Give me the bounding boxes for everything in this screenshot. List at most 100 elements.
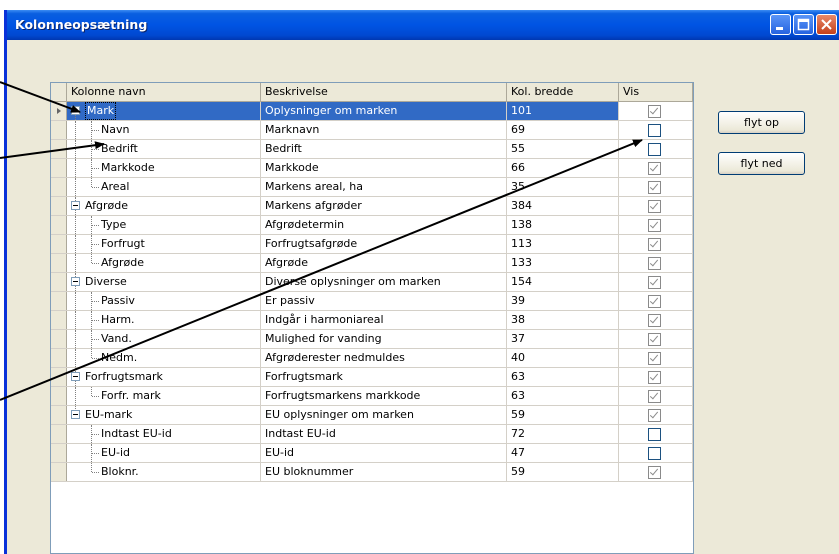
visible-checkbox[interactable] bbox=[648, 181, 661, 194]
row-selector[interactable] bbox=[51, 330, 67, 348]
cell-column-name[interactable]: Mark bbox=[67, 102, 261, 120]
cell-column-width[interactable]: 37 bbox=[507, 330, 619, 348]
table-row[interactable]: Areal Markens areal, ha 35 bbox=[51, 178, 693, 197]
cell-column-width[interactable]: 133 bbox=[507, 254, 619, 272]
cell-column-width[interactable]: 69 bbox=[507, 121, 619, 139]
cell-column-width[interactable]: 138 bbox=[507, 216, 619, 234]
row-selector[interactable] bbox=[51, 216, 67, 234]
cell-description[interactable]: Markens areal, ha bbox=[261, 178, 507, 196]
cell-description[interactable]: Markens afgrøder bbox=[261, 197, 507, 215]
visible-checkbox[interactable] bbox=[648, 352, 661, 365]
row-selector[interactable] bbox=[51, 197, 67, 215]
cell-column-name[interactable]: Nedm. bbox=[67, 349, 261, 367]
cell-column-name[interactable]: Forfr. mark bbox=[67, 387, 261, 405]
cell-column-width[interactable]: 35 bbox=[507, 178, 619, 196]
cell-column-name[interactable]: Afgrøde bbox=[67, 254, 261, 272]
row-selector[interactable] bbox=[51, 463, 67, 481]
cell-column-width[interactable]: 40 bbox=[507, 349, 619, 367]
cell-description[interactable]: Afgrøderester nedmuldes bbox=[261, 349, 507, 367]
cell-description[interactable]: Forfrugtsmarkens markkode bbox=[261, 387, 507, 405]
cell-description[interactable]: Afgrødetermin bbox=[261, 216, 507, 234]
cell-description[interactable]: EU-id bbox=[261, 444, 507, 462]
table-row[interactable]: Vand. Mulighed for vanding 37 bbox=[51, 330, 693, 349]
row-selector[interactable] bbox=[51, 387, 67, 405]
table-row[interactable]: Passiv Er passiv 39 bbox=[51, 292, 693, 311]
visible-checkbox[interactable] bbox=[648, 238, 661, 251]
row-selector[interactable] bbox=[51, 273, 67, 291]
table-row[interactable]: Afgrøde Markens afgrøder 384 bbox=[51, 197, 693, 216]
table-row[interactable]: Forfr. mark Forfrugtsmarkens markkode 63 bbox=[51, 387, 693, 406]
cell-description[interactable]: Marknavn bbox=[261, 121, 507, 139]
maximize-button[interactable] bbox=[793, 14, 814, 35]
title-bar[interactable]: Kolonneopsætning bbox=[7, 10, 839, 40]
table-row[interactable]: Navn Marknavn 69 bbox=[51, 121, 693, 140]
visible-checkbox[interactable] bbox=[648, 257, 661, 270]
cell-description[interactable]: Bedrift bbox=[261, 140, 507, 158]
row-selector[interactable] bbox=[51, 159, 67, 177]
cell-description[interactable]: Markkode bbox=[261, 159, 507, 177]
table-row[interactable]: EU-id EU-id 47 bbox=[51, 444, 693, 463]
header-description[interactable]: Beskrivelse bbox=[261, 83, 507, 101]
table-row[interactable]: Bloknr. EU bloknummer 59 bbox=[51, 463, 693, 482]
visible-checkbox[interactable] bbox=[648, 466, 661, 479]
cell-column-width[interactable]: 39 bbox=[507, 292, 619, 310]
visible-checkbox[interactable] bbox=[648, 390, 661, 403]
visible-checkbox[interactable] bbox=[648, 314, 661, 327]
row-selector[interactable] bbox=[51, 235, 67, 253]
visible-checkbox[interactable] bbox=[648, 333, 661, 346]
header-visible[interactable]: Vis bbox=[619, 83, 693, 101]
cell-description[interactable]: Indgår i harmoniareal bbox=[261, 311, 507, 329]
cell-description[interactable]: Afgrøde bbox=[261, 254, 507, 272]
collapse-icon[interactable] bbox=[71, 410, 80, 419]
row-selector[interactable] bbox=[51, 254, 67, 272]
cell-description[interactable]: Indtast EU-id bbox=[261, 425, 507, 443]
cell-description[interactable]: Forfrugtsmark bbox=[261, 368, 507, 386]
cell-description[interactable]: Diverse oplysninger om marken bbox=[261, 273, 507, 291]
cell-column-name[interactable]: Indtast EU-id bbox=[67, 425, 261, 443]
cell-description[interactable]: Forfrugtsafgrøde bbox=[261, 235, 507, 253]
row-selector[interactable] bbox=[51, 406, 67, 424]
row-selector[interactable] bbox=[51, 292, 67, 310]
collapse-icon[interactable] bbox=[71, 106, 80, 115]
header-column-width[interactable]: Kol. bredde bbox=[507, 83, 619, 101]
row-selector[interactable] bbox=[51, 140, 67, 158]
cell-column-width[interactable]: 47 bbox=[507, 444, 619, 462]
move-down-button[interactable]: flyt ned bbox=[718, 152, 805, 175]
cell-column-width[interactable]: 66 bbox=[507, 159, 619, 177]
cell-column-width[interactable]: 384 bbox=[507, 197, 619, 215]
table-row[interactable]: Type Afgrødetermin 138 bbox=[51, 216, 693, 235]
visible-checkbox[interactable] bbox=[648, 276, 661, 289]
row-selector[interactable] bbox=[51, 368, 67, 386]
row-selector[interactable] bbox=[51, 121, 67, 139]
close-button[interactable] bbox=[816, 14, 837, 35]
cell-column-name[interactable]: Forfrugtsmark bbox=[67, 368, 261, 386]
cell-description[interactable]: Oplysninger om marken bbox=[261, 102, 507, 120]
cell-column-name[interactable]: Bloknr. bbox=[67, 463, 261, 481]
cell-column-name[interactable]: Bedrift bbox=[67, 140, 261, 158]
collapse-icon[interactable] bbox=[71, 201, 80, 210]
row-selector[interactable] bbox=[51, 102, 67, 120]
header-column-name[interactable]: Kolonne navn bbox=[67, 83, 261, 101]
collapse-icon[interactable] bbox=[71, 277, 80, 286]
cell-column-width[interactable]: 101 bbox=[507, 102, 619, 120]
cell-description[interactable]: Er passiv bbox=[261, 292, 507, 310]
row-selector[interactable] bbox=[51, 311, 67, 329]
visible-checkbox[interactable] bbox=[648, 124, 661, 137]
cell-column-width[interactable]: 38 bbox=[507, 311, 619, 329]
cell-column-name[interactable]: Afgrøde bbox=[67, 197, 261, 215]
cell-column-name[interactable]: EU-id bbox=[67, 444, 261, 462]
table-row[interactable]: Afgrøde Afgrøde 133 bbox=[51, 254, 693, 273]
cell-description[interactable]: EU bloknummer bbox=[261, 463, 507, 481]
cell-column-name[interactable]: Navn bbox=[67, 121, 261, 139]
table-row[interactable]: Forfrugt Forfrugtsafgrøde 113 bbox=[51, 235, 693, 254]
visible-checkbox[interactable] bbox=[648, 371, 661, 384]
table-row[interactable]: Markkode Markkode 66 bbox=[51, 159, 693, 178]
table-row[interactable]: Forfrugtsmark Forfrugtsmark 63 bbox=[51, 368, 693, 387]
table-row[interactable]: Indtast EU-id Indtast EU-id 72 bbox=[51, 425, 693, 444]
table-row[interactable]: Mark Oplysninger om marken 101 bbox=[51, 102, 693, 121]
cell-column-name[interactable]: Type bbox=[67, 216, 261, 234]
cell-description[interactable]: EU oplysninger om marken bbox=[261, 406, 507, 424]
visible-checkbox[interactable] bbox=[648, 105, 661, 118]
column-settings-grid[interactable]: Kolonne navn Beskrivelse Kol. bredde Vis… bbox=[50, 82, 694, 554]
visible-checkbox[interactable] bbox=[648, 428, 661, 441]
